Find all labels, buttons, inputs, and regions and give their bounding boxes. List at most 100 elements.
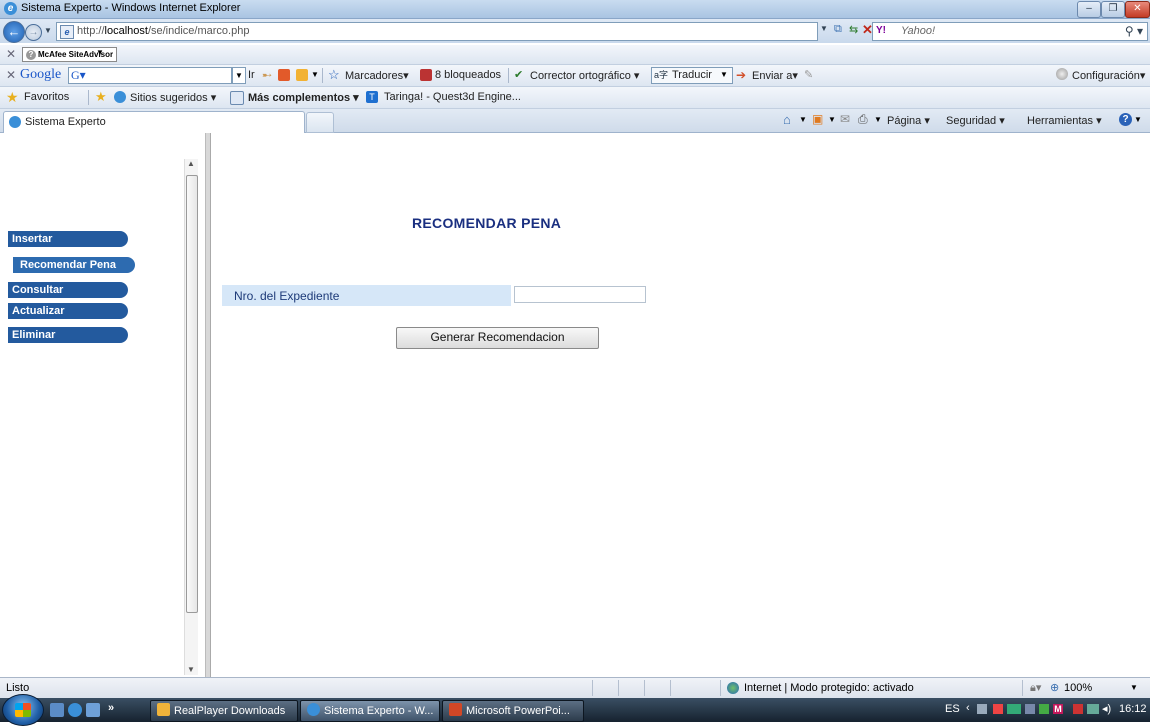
close-toolbar-icon[interactable]: ✕ (6, 68, 16, 82)
separator (88, 90, 89, 105)
task-realplayer[interactable]: RealPlayer Downloads (150, 700, 298, 722)
favoritos-button[interactable]: Favoritos (24, 91, 69, 103)
configuracion-button[interactable]: Configuración▾ (1072, 69, 1145, 82)
fav-item-complementos[interactable]: Más complementos ▾ (248, 91, 359, 104)
ie-page-icon (307, 703, 320, 716)
address-dropdown-icon[interactable]: ▼ (820, 24, 828, 33)
new-tab-button[interactable] (306, 112, 334, 133)
tray-app-icon[interactable] (1025, 704, 1035, 714)
internet-zone-icon (727, 682, 739, 694)
tray-app-icon[interactable] (1007, 704, 1021, 714)
marcadores-button[interactable]: Marcadores▾ (345, 69, 409, 82)
seguridad-menu[interactable]: Seguridad ▾ (946, 114, 1005, 127)
security-zone-text[interactable]: Internet | Modo protegido: activado (744, 682, 914, 694)
refresh-icon[interactable]: ⇆ (849, 23, 858, 36)
language-indicator[interactable]: ES (945, 703, 960, 715)
left-frame: Insertar Recomendar Pena Consultar Actua… (0, 133, 198, 677)
scrollbar-thumb[interactable] (186, 175, 198, 613)
back-button[interactable]: ← (3, 21, 25, 43)
help-dropdown-icon[interactable]: ▼ (1134, 115, 1142, 124)
powerpoint-icon (449, 703, 462, 716)
arrow-icon[interactable]: ➸ (262, 68, 272, 82)
left-frame-scrollbar[interactable]: ▲ ▼ (184, 159, 198, 675)
status-text: Listo (6, 682, 30, 694)
history-dropdown-icon[interactable]: ▼ (44, 26, 52, 35)
google-ir-button[interactable]: Ir (248, 69, 255, 81)
close-button[interactable]: ✕ (1125, 1, 1150, 18)
separator (592, 680, 593, 696)
enviar-button[interactable]: Enviar a▾ (752, 69, 798, 82)
pencil-icon[interactable]: ✎ (804, 68, 813, 81)
restore-button[interactable]: ❐ (1101, 1, 1125, 18)
menu-eliminar[interactable]: Eliminar (8, 327, 128, 343)
search-input[interactable]: Y! Yahoo! ⚲ ▾ (872, 22, 1148, 41)
zoom-icon: ⊕ (1050, 682, 1060, 694)
tray-expand-icon[interactable]: ‹ (966, 702, 970, 714)
fav-item-taringa[interactable]: Taringa! - Quest3d Engine... (384, 91, 521, 103)
task-sistema-experto[interactable]: Sistema Experto - W... (300, 700, 440, 722)
google-dropdown-icon[interactable]: ▼ (232, 67, 246, 84)
menu-consultar[interactable]: Consultar (8, 282, 128, 298)
close-toolbar-icon[interactable]: ✕ (6, 47, 16, 61)
volume-icon[interactable]: ◂) (1102, 702, 1111, 715)
address-input[interactable]: e http://localhost/se/indice/marco.php (56, 22, 818, 41)
separator (720, 680, 721, 696)
home-icon[interactable]: ⌂ (783, 112, 791, 127)
home-dropdown-icon[interactable]: ▼ (799, 115, 807, 124)
quicklaunch-overflow-icon[interactable]: » (108, 702, 114, 714)
show-desktop-icon[interactable] (50, 703, 64, 717)
task-powerpoint[interactable]: Microsoft PowerPoi... (442, 700, 584, 722)
tray-app-icon[interactable] (1039, 704, 1049, 714)
separator (508, 68, 509, 83)
start-button[interactable] (2, 694, 44, 726)
mcafee-dropdown-icon[interactable]: ▼ (96, 48, 104, 57)
generar-recomendacion-button[interactable]: Generar Recomendacion (396, 327, 599, 349)
tray-app-icon[interactable] (977, 704, 987, 714)
compatibility-icon[interactable]: ⧉ (834, 23, 842, 36)
switch-windows-icon[interactable] (86, 703, 100, 717)
menu-recomendar-pena[interactable]: Recomendar Pena (13, 257, 135, 273)
help-icon[interactable]: ? (1119, 113, 1132, 126)
zoom-dropdown-icon[interactable]: ▼ (1130, 683, 1138, 692)
forward-button[interactable]: → (25, 24, 42, 41)
pagerank-icon[interactable] (278, 69, 290, 81)
taringa-icon: T (366, 91, 378, 103)
feeds-icon[interactable]: ▣ (812, 112, 823, 126)
pagina-menu[interactable]: Página ▾ (887, 114, 930, 127)
menu-insertar[interactable]: Insertar (8, 231, 128, 247)
traducir-dropdown-icon[interactable]: ▼ (720, 70, 728, 79)
tray-app-icon[interactable] (993, 704, 1003, 714)
print-dropdown-icon[interactable]: ▼ (874, 115, 882, 124)
clock[interactable]: 16:12 (1119, 703, 1147, 715)
scroll-up-icon[interactable]: ▲ (187, 159, 195, 168)
tab-sistema-experto[interactable]: Sistema Experto (3, 111, 305, 133)
google-search-input[interactable]: G▾ (68, 67, 232, 84)
mail-icon[interactable]: ✉ (840, 112, 850, 126)
scroll-down-icon[interactable]: ▼ (187, 665, 195, 674)
gadgets-dropdown-icon[interactable]: ▼ (311, 70, 319, 79)
traducir-button[interactable]: a字 Traducir ▼ (651, 67, 733, 84)
corrector-button[interactable]: Corrector ortográfico ▾ (530, 69, 639, 82)
ie-launch-icon[interactable] (68, 703, 82, 717)
separator (670, 680, 671, 696)
herramientas-menu[interactable]: Herramientas ▾ (1027, 114, 1102, 127)
feeds-dropdown-icon[interactable]: ▼ (828, 115, 836, 124)
expediente-input[interactable] (514, 286, 646, 303)
print-icon[interactable]: ⎙ (858, 112, 868, 127)
protected-mode-icon[interactable]: 🔒︎▾ (1030, 681, 1041, 695)
add-favorite-icon[interactable]: ★ (95, 89, 107, 105)
fav-item-sitios[interactable]: Sitios sugeridos ▾ (130, 91, 216, 104)
gadgets-icon[interactable] (296, 69, 308, 81)
google-g-icon: G▾ (71, 68, 86, 82)
zoom-level[interactable]: 100% (1064, 682, 1092, 694)
tray-app-icon[interactable] (1073, 704, 1083, 714)
frame-divider[interactable] (205, 133, 211, 677)
minimize-button[interactable]: – (1077, 1, 1101, 18)
menu-actualizar[interactable]: Actualizar (8, 303, 128, 319)
search-icon[interactable]: ⚲ ▾ (1125, 24, 1143, 38)
tray-app-icon[interactable]: M (1053, 704, 1063, 714)
ie-page-icon (230, 91, 244, 105)
network-icon[interactable] (1087, 704, 1099, 714)
separator (1022, 680, 1023, 696)
bloqueados-button[interactable]: 8 bloqueados (435, 69, 501, 81)
